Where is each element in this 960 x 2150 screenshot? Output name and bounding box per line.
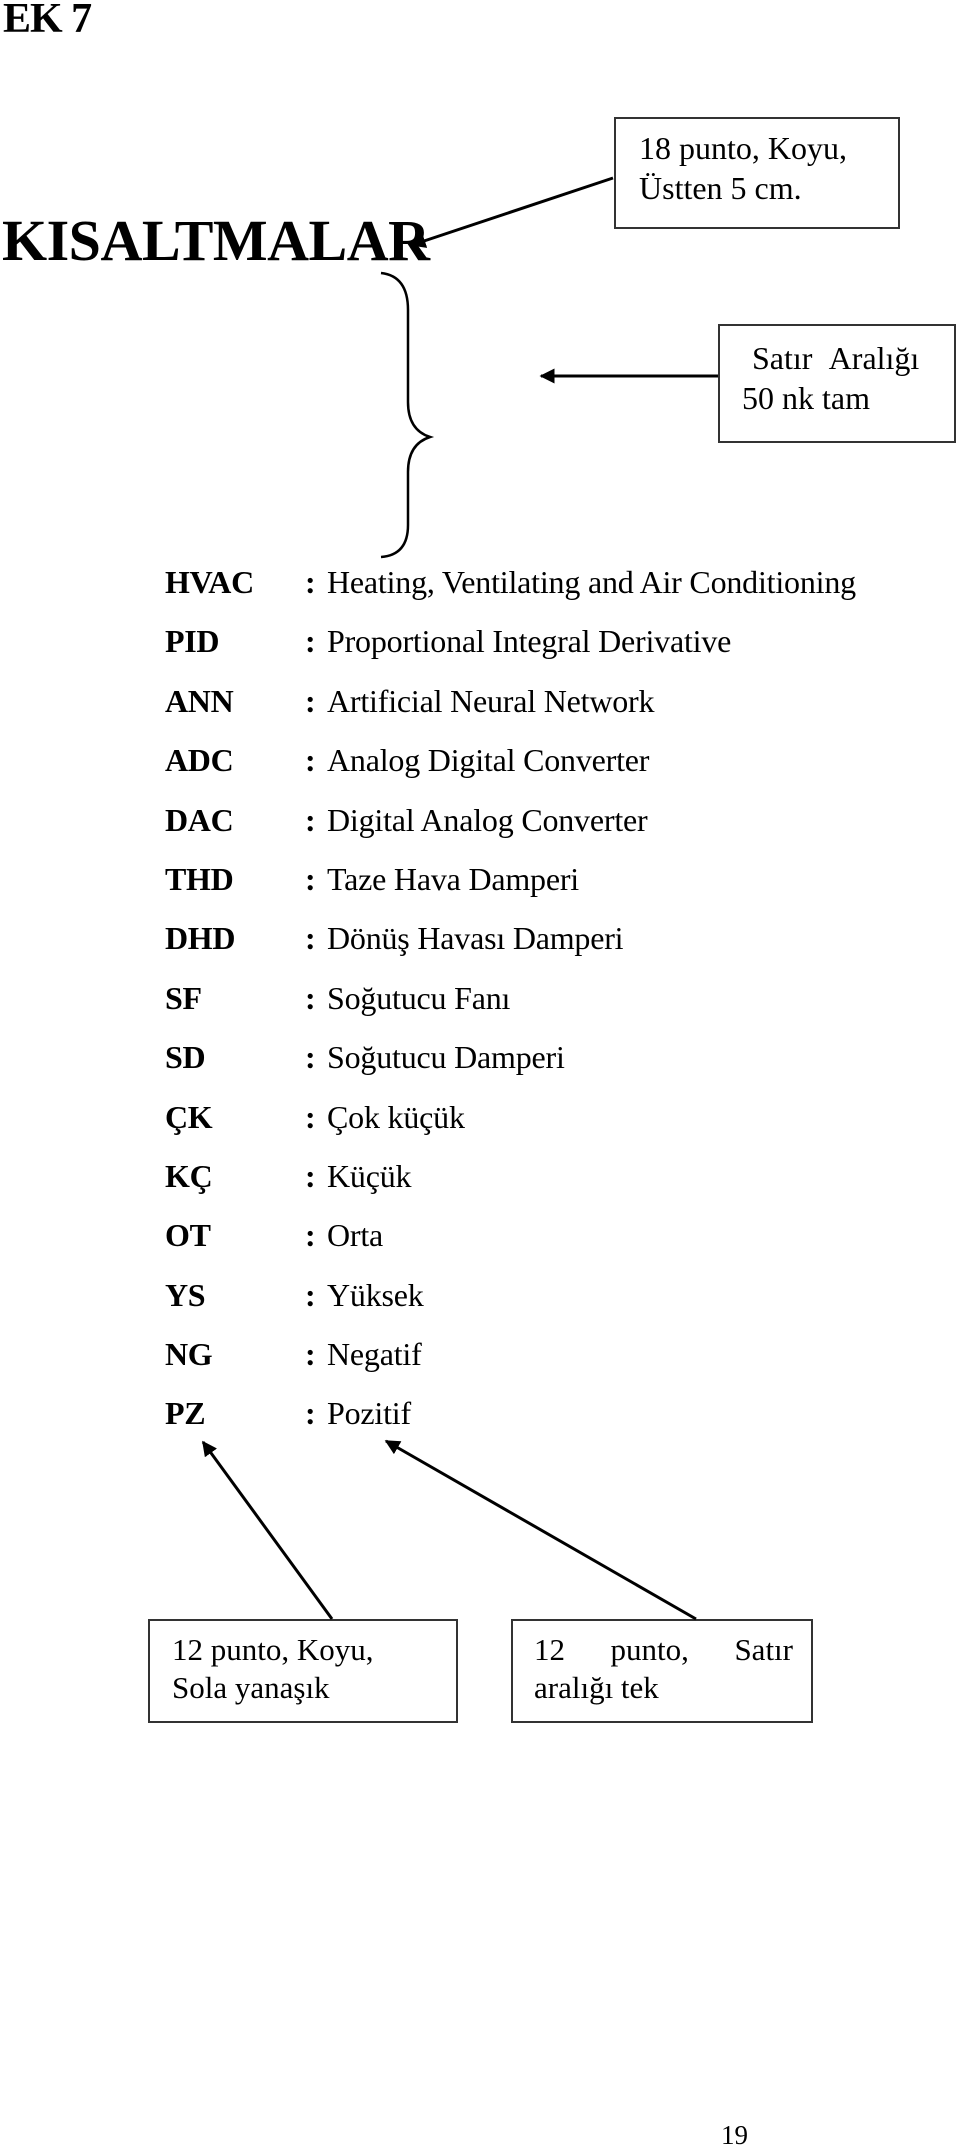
separator-colon: : bbox=[305, 1217, 316, 1254]
note-word: Satır bbox=[734, 1632, 793, 1667]
abbreviation-definition: Küçük bbox=[327, 1157, 412, 1194]
note-line: Sola yanaşık bbox=[172, 1670, 330, 1705]
abbreviation-definition: Digital Analog Converter bbox=[327, 801, 648, 838]
separator-colon: : bbox=[305, 1157, 316, 1194]
note-line: aralığı tek bbox=[534, 1670, 659, 1705]
definition-format-note: 12 punto, Satır aralığı tek bbox=[511, 1619, 813, 1723]
abbreviation-row: THD: Taze Hava Damperi bbox=[0, 861, 960, 920]
note-line: 12 punto, Koyu, bbox=[172, 1632, 374, 1667]
separator-colon: : bbox=[305, 979, 316, 1016]
abbreviation-definition: Orta bbox=[327, 1217, 384, 1254]
abbreviation-term: YS bbox=[165, 1276, 206, 1313]
arrow-to-definition-icon bbox=[384, 1439, 697, 1621]
abbreviation-term: ADC bbox=[165, 742, 234, 779]
abbreviation-definition: Soğutucu Damperi bbox=[327, 1039, 565, 1076]
separator-colon: : bbox=[305, 742, 316, 779]
separator-colon: : bbox=[305, 860, 316, 897]
separator-colon: : bbox=[305, 1395, 316, 1432]
term-format-note: 12 punto, Koyu, Sola yanaşık bbox=[148, 1619, 458, 1723]
abbreviation-row: NG: Negatif bbox=[0, 1336, 960, 1395]
abbreviation-row: ANN: Artificial Neural Network bbox=[0, 683, 960, 742]
abbreviation-definition: Analog Digital Converter bbox=[327, 742, 650, 779]
abbreviation-row: DHD: Dönüş Havası Damperi bbox=[0, 920, 960, 979]
note-word: punto, bbox=[610, 1632, 689, 1667]
abbreviation-row: YS: Yüksek bbox=[0, 1277, 960, 1336]
abbreviation-definition: Negatif bbox=[327, 1336, 422, 1373]
abbreviation-row: SD: Soğutucu Damperi bbox=[0, 1039, 960, 1098]
separator-colon: : bbox=[305, 801, 316, 838]
note-line: 18 punto, Koyu, bbox=[639, 130, 847, 166]
curly-brace-icon bbox=[380, 271, 435, 559]
separator-colon: : bbox=[305, 1276, 316, 1313]
abbreviation-term: ÇK bbox=[165, 1098, 213, 1135]
separator-colon: : bbox=[305, 1039, 316, 1076]
abbreviation-definition: Taze Hava Damperi bbox=[327, 860, 579, 897]
abbreviation-term: HVAC bbox=[165, 564, 254, 600]
abbreviation-definition: Proportional Integral Derivative bbox=[327, 623, 732, 660]
abbreviation-row: KÇ: Küçük bbox=[0, 1158, 960, 1217]
heading-format-note: 18 punto, Koyu, Üstten 5 cm. bbox=[614, 117, 900, 229]
separator-colon: : bbox=[305, 564, 316, 600]
abbreviation-row: OT: Orta bbox=[0, 1217, 960, 1276]
abbreviation-term: DAC bbox=[165, 801, 234, 838]
abbreviation-definition: Çok küçük bbox=[327, 1098, 465, 1135]
note-line: Satır Aralığı bbox=[752, 340, 920, 376]
note-word: 12 bbox=[534, 1632, 565, 1667]
annex-label: EK 7 bbox=[3, 0, 92, 42]
abbreviation-row: PZ: Pozitif bbox=[0, 1395, 960, 1454]
abbreviation-term: THD bbox=[165, 860, 234, 897]
abbreviation-row: DAC: Digital Analog Converter bbox=[0, 802, 960, 861]
abbreviation-definition: Soğutucu Fanı bbox=[327, 979, 511, 1016]
abbreviation-row: ADC: Analog Digital Converter bbox=[0, 742, 960, 801]
separator-colon: : bbox=[305, 682, 316, 719]
line-spacing-note: Satır Aralığı 50 nk tam bbox=[718, 324, 956, 443]
abbreviation-term: PZ bbox=[165, 1395, 206, 1432]
abbreviation-term: SF bbox=[165, 979, 202, 1016]
note-line: Üstten 5 cm. bbox=[639, 170, 802, 206]
abbreviation-definition: Dönüş Havası Damperi bbox=[327, 920, 624, 957]
note-line: 50 nk tam bbox=[742, 380, 870, 416]
abbreviation-definition: Heating, Ventilating and Air Conditionin… bbox=[327, 564, 856, 600]
arrow-to-term-icon bbox=[201, 1440, 334, 1620]
abbreviation-term: PID bbox=[165, 623, 220, 660]
abbreviation-list: HVAC: Heating, Ventilating and Air Condit… bbox=[0, 564, 960, 1455]
abbreviation-definition: Yüksek bbox=[327, 1276, 424, 1313]
abbreviation-row: SF: Soğutucu Fanı bbox=[0, 980, 960, 1039]
abbreviation-term: ANN bbox=[165, 682, 234, 719]
separator-colon: : bbox=[305, 1098, 316, 1135]
abbreviation-term: DHD bbox=[165, 920, 236, 957]
separator-colon: : bbox=[305, 623, 316, 660]
page-title: KISALTMALAR bbox=[2, 208, 430, 273]
separator-colon: : bbox=[305, 920, 316, 957]
arrow-to-title-icon bbox=[410, 176, 614, 248]
abbreviation-term: OT bbox=[165, 1217, 211, 1254]
abbreviation-row: HVAC: Heating, Ventilating and Air Condit… bbox=[0, 564, 960, 623]
note-line: 12 punto, Satır bbox=[534, 1631, 793, 1669]
abbreviation-term: SD bbox=[165, 1039, 206, 1076]
abbreviation-definition: Pozitif bbox=[327, 1395, 411, 1432]
abbreviation-row: ÇK: Çok küçük bbox=[0, 1099, 960, 1158]
abbreviation-definition: Artificial Neural Network bbox=[327, 682, 655, 719]
abbreviation-term: KÇ bbox=[165, 1157, 213, 1194]
abbreviation-term: NG bbox=[165, 1336, 213, 1373]
separator-colon: : bbox=[305, 1336, 316, 1373]
abbreviation-row: PID: Proportional Integral Derivative bbox=[0, 623, 960, 682]
